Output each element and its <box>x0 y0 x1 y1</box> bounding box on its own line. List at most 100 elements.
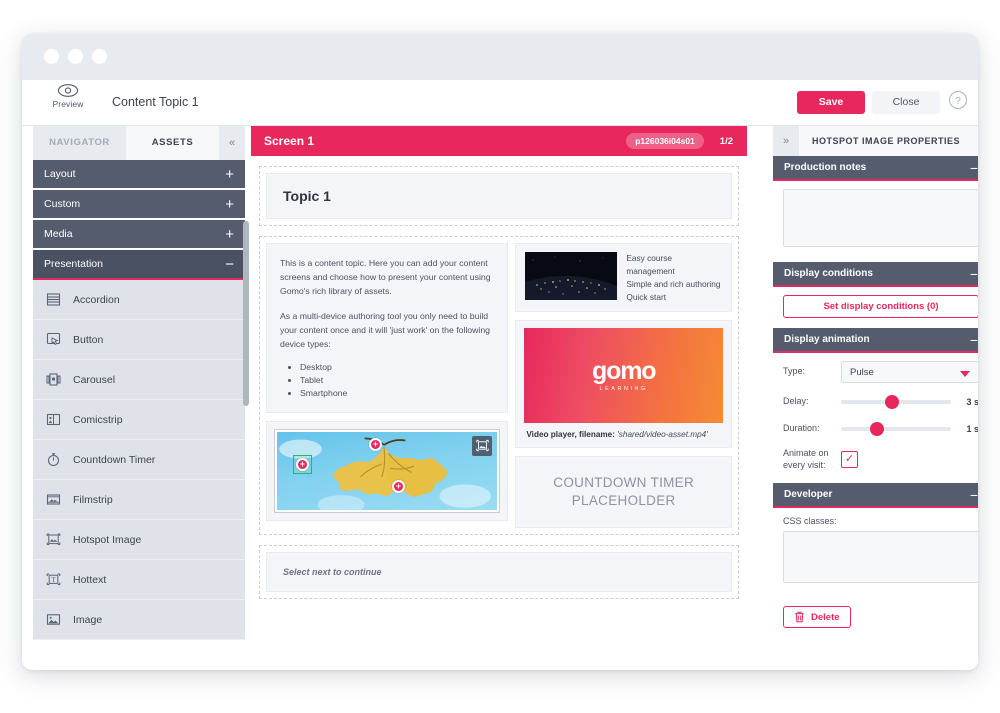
animate-every-visit-label: Animate on every visit: <box>783 448 841 471</box>
hotspot-marker-1[interactable]: + <box>296 457 309 471</box>
assets-panel-scrollbar[interactable] <box>243 221 249 406</box>
content-columns: This is a content topic. Here you can ad… <box>266 243 732 529</box>
canvas-block-next[interactable]: Select next to continue <box>259 545 739 600</box>
category-label: Custom <box>44 198 81 210</box>
screen-header: Screen 1 p126036i04s01 1/2 <box>251 126 747 156</box>
expand-right-panel-button[interactable]: » <box>773 126 799 156</box>
comicstrip-icon <box>33 412 73 427</box>
category-custom[interactable]: Custom + <box>33 190 245 218</box>
section-label: Production notes <box>784 162 867 173</box>
asset-item-hottext[interactable]: T Hottext <box>33 560 245 600</box>
window-dot-minimize[interactable] <box>68 49 83 64</box>
top-toolbar: Preview Content Topic 1 Save Close ? <box>22 80 978 126</box>
section-label: Display conditions <box>784 268 873 279</box>
asset-item-button[interactable]: Button <box>33 320 245 360</box>
animation-type-select[interactable]: Pulse <box>841 361 978 383</box>
content-paragraph-1: This is a content topic. Here you can ad… <box>280 258 491 297</box>
properties-panel-title: HOTSPOT IMAGE PROPERTIES <box>812 136 961 146</box>
stopwatch-icon <box>33 452 73 467</box>
asset-label: Countdown Timer <box>73 453 156 466</box>
gomo-tagline: LEARNING <box>599 386 648 393</box>
section-body-production-notes <box>773 181 978 262</box>
asset-label: Filmstrip <box>73 493 113 506</box>
animation-delay-slider[interactable] <box>841 394 951 410</box>
countdown-placeholder-line1: COUNTDOWN TIMER <box>553 475 695 491</box>
close-button[interactable]: Close <box>872 91 940 114</box>
animation-delay-value: 3 s <box>966 397 978 407</box>
media-text-card[interactable]: Easy course management Simple and rich a… <box>515 243 732 313</box>
content-paragraph-2: As a multi-device authoring tool you onl… <box>280 311 490 350</box>
canvas-block-content[interactable]: This is a content topic. Here you can ad… <box>259 236 739 536</box>
category-presentation[interactable]: Presentation − <box>33 250 245 278</box>
video-player-card[interactable]: gomo LEARNING Video player, filename: 's… <box>515 320 732 449</box>
tab-navigator[interactable]: NAVIGATOR <box>33 126 126 160</box>
screen-title: Screen 1 <box>264 134 315 148</box>
animation-duration-slider[interactable] <box>841 421 951 437</box>
slider-track <box>841 427 951 431</box>
section-header-display-conditions[interactable]: Display conditions − <box>773 262 978 287</box>
window-dot-close[interactable] <box>44 49 59 64</box>
production-notes-input[interactable] <box>783 189 978 247</box>
video-poster[interactable]: gomo LEARNING <box>524 328 723 424</box>
set-display-conditions-button[interactable]: Set display conditions (0) <box>783 295 978 318</box>
image-icon <box>33 612 73 627</box>
expand-icon: + <box>225 195 234 213</box>
section-header-display-animation[interactable]: Display animation − <box>773 328 978 353</box>
collapse-left-panel-button[interactable]: « <box>219 126 245 160</box>
slider-knob[interactable] <box>869 422 884 436</box>
asset-item-accordion[interactable]: Accordion <box>33 280 245 320</box>
asset-item-countdown-timer[interactable]: Countdown Timer <box>33 440 245 480</box>
content-column-right: Easy course management Simple and rich a… <box>515 243 732 529</box>
window-dot-maximize[interactable] <box>92 49 107 64</box>
properties-panel-body: Production notes − Display conditions − … <box>773 156 978 670</box>
section-label: Developer <box>784 489 833 501</box>
title-card: Topic 1 <box>266 173 732 219</box>
tab-assets[interactable]: ASSETS <box>126 126 219 160</box>
hotspot-edit-icon[interactable] <box>472 435 493 456</box>
category-media[interactable]: Media + <box>33 220 245 248</box>
category-label: Layout <box>44 168 76 180</box>
countdown-timer-placeholder-card[interactable]: COUNTDOWN TIMER PLACEHOLDER <box>515 456 732 529</box>
help-circle-icon[interactable]: ? <box>948 90 968 110</box>
list-item: Tablet <box>300 374 494 387</box>
trash-icon <box>795 612 804 623</box>
svg-text:?: ? <box>955 96 961 107</box>
animate-every-visit-checkbox[interactable]: ✓ <box>841 451 858 469</box>
preview-button[interactable]: Preview <box>44 83 92 109</box>
section-header-production-notes[interactable]: Production notes − <box>773 156 978 181</box>
hotspot-marker-3[interactable]: + <box>392 479 405 493</box>
text-card[interactable]: This is a content topic. Here you can ad… <box>266 243 509 413</box>
content-column-left: This is a content topic. Here you can ad… <box>266 243 509 528</box>
video-caption-label: Video player, filename: <box>526 430 615 440</box>
next-instruction-card: Select next to continue <box>266 552 732 593</box>
gomo-wordmark: gomo <box>592 357 656 386</box>
slider-knob[interactable] <box>885 395 899 409</box>
save-button[interactable]: Save <box>797 91 865 114</box>
asset-label: Image <box>73 613 103 626</box>
preview-label: Preview <box>52 99 84 109</box>
hotspot-marker-2[interactable]: + <box>369 437 382 451</box>
night-city-thumbnail <box>525 252 618 300</box>
animation-type-label: Type: <box>783 366 806 377</box>
hotspot-image-card[interactable]: + + + <box>266 420 509 521</box>
asset-item-hotspot-image[interactable]: Hotspot Image <box>33 520 245 560</box>
section-body-developer: CSS classes: <box>773 508 978 599</box>
category-layout[interactable]: Layout + <box>33 160 245 188</box>
delete-button[interactable]: Delete <box>783 606 851 629</box>
collapse-icon: − <box>969 159 978 176</box>
canvas-block-title[interactable]: Topic 1 <box>259 166 739 226</box>
document-title: Content Topic 1 <box>112 95 199 109</box>
asset-label: Button <box>73 333 104 346</box>
section-header-developer[interactable]: Developer − <box>773 483 978 509</box>
asset-item-filmstrip[interactable]: Filmstrip <box>33 480 245 520</box>
chevron-down-icon <box>960 371 970 377</box>
asset-item-image[interactable]: Image <box>33 600 245 640</box>
animate-label-line1: Animate on <box>783 448 829 458</box>
hotspot-image-frame[interactable]: + + + <box>275 429 500 512</box>
asset-item-carousel[interactable]: Carousel <box>33 360 245 400</box>
app-window: Preview Content Topic 1 Save Close ? NAV… <box>22 34 978 670</box>
media-line-3: Quick start <box>626 291 667 302</box>
css-classes-input[interactable] <box>783 531 978 584</box>
asset-item-comicstrip[interactable]: Comicstrip <box>33 400 245 440</box>
category-label: Media <box>44 228 73 240</box>
